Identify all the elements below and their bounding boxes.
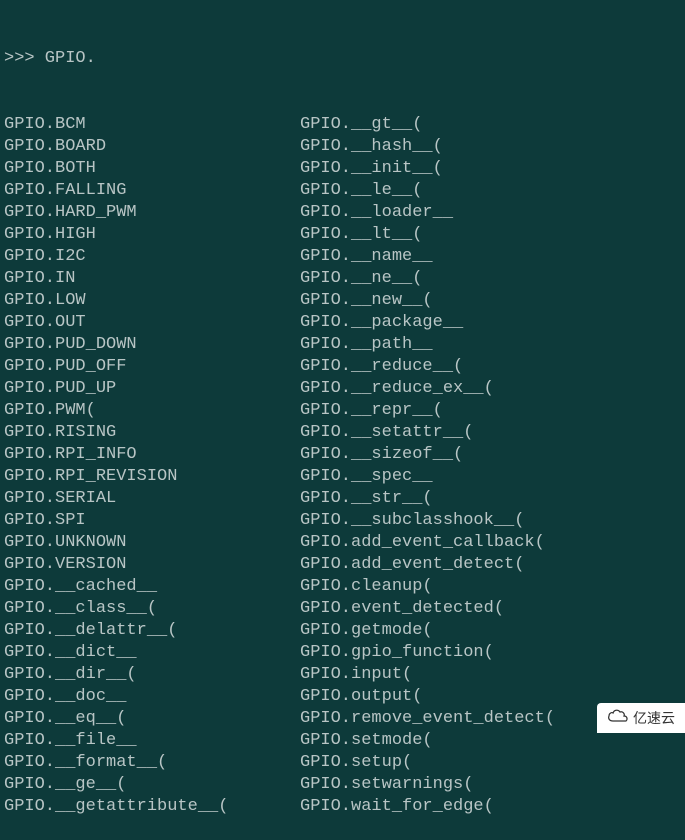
completion-entry: GPIO.gpio_function( bbox=[300, 642, 681, 664]
completion-entry: GPIO.__lt__( bbox=[300, 224, 681, 246]
completion-entry: GPIO.wait_for_edge( bbox=[300, 796, 681, 818]
completion-entry: GPIO.getmode( bbox=[300, 620, 681, 642]
completion-entry: GPIO.__dict__ bbox=[4, 642, 300, 664]
completion-entry: GPIO.IN bbox=[4, 268, 300, 290]
completion-entry: GPIO.__hash__( bbox=[300, 136, 681, 158]
completion-entry: GPIO.__dir__( bbox=[4, 664, 300, 686]
completion-entry: GPIO.__gt__( bbox=[300, 114, 681, 136]
completion-entry: GPIO.add_event_callback( bbox=[300, 532, 681, 554]
completion-entry: GPIO.OUT bbox=[4, 312, 300, 334]
watermark: 亿速云 bbox=[597, 703, 685, 733]
completion-entry: GPIO.RPI_REVISION bbox=[4, 466, 300, 488]
completion-entry: GPIO.cleanup( bbox=[300, 576, 681, 598]
completion-entry: GPIO.event_detected( bbox=[300, 598, 681, 620]
terminal-output[interactable]: >>> GPIO. GPIO.BCM GPIO.BOARD GPIO.BOTH … bbox=[4, 4, 681, 840]
completion-entry: GPIO.__ne__( bbox=[300, 268, 681, 290]
completion-entry: GPIO.__setattr__( bbox=[300, 422, 681, 444]
completion-entry: GPIO.I2C bbox=[4, 246, 300, 268]
completion-entry: GPIO.BOARD bbox=[4, 136, 300, 158]
completion-entry: GPIO.__reduce__( bbox=[300, 356, 681, 378]
completion-entry: GPIO.__name__ bbox=[300, 246, 681, 268]
completion-entry: GPIO.setup( bbox=[300, 752, 681, 774]
completion-entry: GPIO.setwarnings( bbox=[300, 774, 681, 796]
completion-entry: GPIO.__path__ bbox=[300, 334, 681, 356]
completion-col-1: GPIO.BCM GPIO.BOARD GPIO.BOTH GPIO.FALLI… bbox=[4, 114, 300, 818]
completion-entry: GPIO.__format__( bbox=[4, 752, 300, 774]
completion-entry: GPIO.PUD_OFF bbox=[4, 356, 300, 378]
completion-entry: GPIO.SPI bbox=[4, 510, 300, 532]
completion-entry: GPIO.VERSION bbox=[4, 554, 300, 576]
completion-entry: GPIO.__le__( bbox=[300, 180, 681, 202]
completion-entry: GPIO.__repr__( bbox=[300, 400, 681, 422]
completion-columns: GPIO.BCM GPIO.BOARD GPIO.BOTH GPIO.FALLI… bbox=[4, 114, 681, 818]
completion-entry: GPIO.__delattr__( bbox=[4, 620, 300, 642]
completion-entry: GPIO.HARD_PWM bbox=[4, 202, 300, 224]
watermark-text: 亿速云 bbox=[633, 707, 675, 729]
completion-entry: GPIO.__file__ bbox=[4, 730, 300, 752]
completion-entry: GPIO.__subclasshook__( bbox=[300, 510, 681, 532]
completion-entry: GPIO.__str__( bbox=[300, 488, 681, 510]
completion-entry: GPIO.input( bbox=[300, 664, 681, 686]
completion-entry: GPIO.__class__( bbox=[4, 598, 300, 620]
completion-entry: GPIO.PWM( bbox=[4, 400, 300, 422]
completion-entry: GPIO.SERIAL bbox=[4, 488, 300, 510]
completion-entry: GPIO.BOTH bbox=[4, 158, 300, 180]
completion-entry: GPIO.__sizeof__( bbox=[300, 444, 681, 466]
completion-entry: GPIO.UNKNOWN bbox=[4, 532, 300, 554]
prompt-line: >>> GPIO. bbox=[4, 48, 681, 70]
completion-entry: GPIO.HIGH bbox=[4, 224, 300, 246]
completion-entry: GPIO.BCM bbox=[4, 114, 300, 136]
completion-entry: GPIO.__loader__ bbox=[300, 202, 681, 224]
completion-entry: GPIO.__spec__ bbox=[300, 466, 681, 488]
completion-entry: GPIO.__eq__( bbox=[4, 708, 300, 730]
cloud-icon bbox=[607, 707, 629, 729]
completion-entry: GPIO.setmode( bbox=[300, 730, 681, 752]
completion-entry: GPIO.LOW bbox=[4, 290, 300, 312]
completion-entry: GPIO.RPI_INFO bbox=[4, 444, 300, 466]
completion-entry: GPIO.FALLING bbox=[4, 180, 300, 202]
completion-entry: GPIO.__doc__ bbox=[4, 686, 300, 708]
completion-entry: GPIO.__init__( bbox=[300, 158, 681, 180]
completion-entry: GPIO.__new__( bbox=[300, 290, 681, 312]
completion-entry: GPIO.PUD_DOWN bbox=[4, 334, 300, 356]
completion-entry: GPIO.__getattribute__( bbox=[4, 796, 300, 818]
completion-entry: GPIO.add_event_detect( bbox=[300, 554, 681, 576]
completion-entry: GPIO.PUD_UP bbox=[4, 378, 300, 400]
completion-entry: GPIO.__cached__ bbox=[4, 576, 300, 598]
completion-entry: GPIO.RISING bbox=[4, 422, 300, 444]
completion-entry: GPIO.__reduce_ex__( bbox=[300, 378, 681, 400]
completion-entry: GPIO.__ge__( bbox=[4, 774, 300, 796]
completion-entry: GPIO.__package__ bbox=[300, 312, 681, 334]
